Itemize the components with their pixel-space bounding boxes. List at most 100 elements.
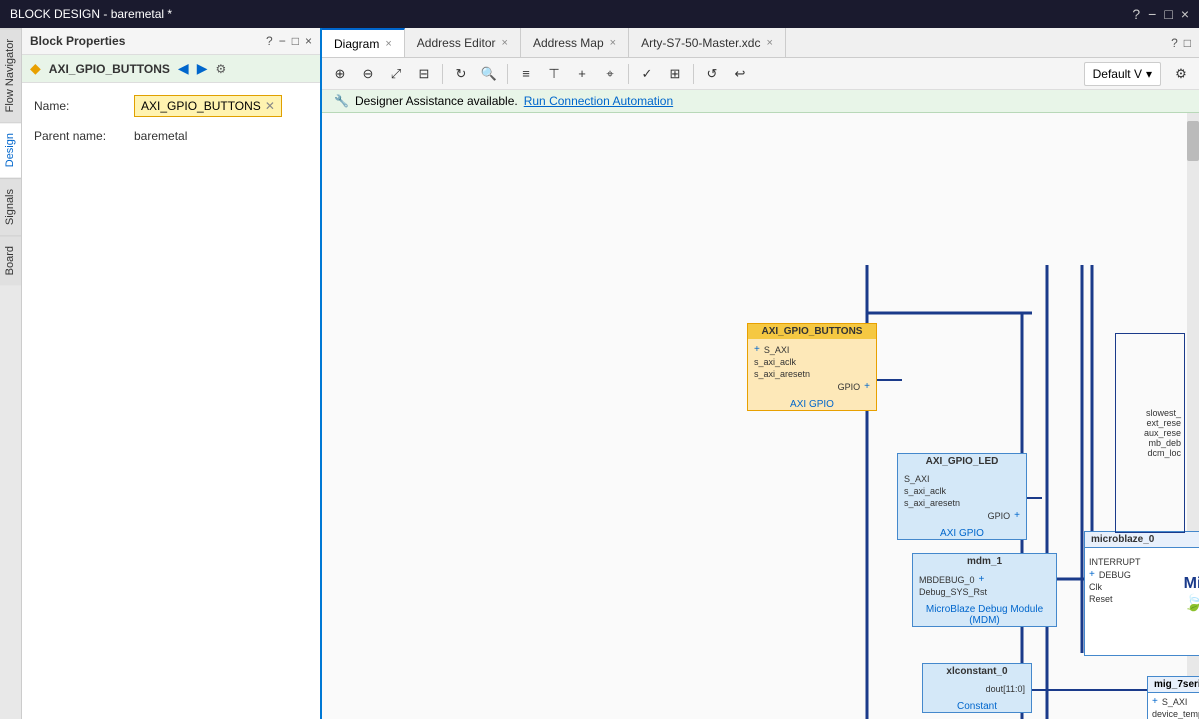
mb-reset-port: Reset xyxy=(1089,593,1180,605)
zoom-fit-btn[interactable]: ⊕ xyxy=(328,62,352,86)
route-btn[interactable]: ⌖ xyxy=(598,62,622,86)
name-value: AXI_GPIO_BUTTONS xyxy=(141,99,261,113)
bp-component-bar: ◆ AXI_GPIO_BUTTONS ◀ ▶ ⚙ xyxy=(22,55,320,83)
title-close-btn[interactable]: × xyxy=(1181,6,1189,22)
validate-btn[interactable]: ✓ xyxy=(635,62,659,86)
xlconstant-dout-port: dout[11:0] xyxy=(929,683,1025,695)
view-dropdown-arrow: ▾ xyxy=(1146,67,1152,81)
axi-gpio-led-header: AXI_GPIO_LED xyxy=(898,454,1026,469)
bp-header: Block Properties ? − □ × xyxy=(22,28,320,55)
connect-btn[interactable]: ⊤ xyxy=(542,62,566,86)
tab-xdc-close[interactable]: × xyxy=(766,37,772,49)
parent-label: Parent name: xyxy=(34,129,134,143)
title-max-btn[interactable]: □ xyxy=(1164,6,1172,22)
title-help-btn[interactable]: ? xyxy=(1132,6,1140,22)
mig-header: mig_7series_0 xyxy=(1148,677,1199,693)
tab-address-editor[interactable]: Address Editor × xyxy=(405,28,521,57)
view-dropdown[interactable]: Default V ▾ xyxy=(1084,62,1161,86)
sidebar-tab-signals[interactable]: Signals xyxy=(0,178,21,235)
tab-diagram-close[interactable]: × xyxy=(385,38,391,50)
component-icon: ◆ xyxy=(30,60,41,77)
tab-address-map[interactable]: Address Map × xyxy=(521,28,629,57)
title-min-btn[interactable]: − xyxy=(1148,6,1156,22)
tab-max-icon[interactable]: □ xyxy=(1184,36,1191,50)
add-ip-btn[interactable]: + xyxy=(570,62,594,86)
axi-gpio-led-gpio-port: GPIO + xyxy=(904,509,1020,522)
axi-gpio-buttons-header: AXI_GPIO_BUTTONS xyxy=(748,324,876,339)
bp-min-btn[interactable]: − xyxy=(279,34,286,48)
run-connection-automation-link[interactable]: Run Connection Automation xyxy=(524,94,673,108)
tab-bar-right: ? □ xyxy=(1171,28,1199,57)
sep3 xyxy=(628,64,629,84)
xlconstant-block[interactable]: xlconstant_0 dout[11:0] Constant xyxy=(922,663,1032,713)
mdm-body: MBDEBUG_0 + Debug_SYS_Rst xyxy=(913,569,1056,602)
revert-btn[interactable]: ↩ xyxy=(728,62,752,86)
sidebar-tab-flow-navigator[interactable]: Flow Navigator xyxy=(0,28,21,122)
bp-close-btn[interactable]: × xyxy=(305,34,312,48)
axi-gpio-buttons-label: AXI GPIO xyxy=(748,399,876,410)
component-settings-btn[interactable]: ⚙ xyxy=(215,62,226,76)
axi-gpio-buttons-s-axi-port: + S_AXI xyxy=(754,343,870,356)
tab-address-editor-label: Address Editor xyxy=(417,36,496,50)
axi-gpio-led-aresetn-port: s_axi_aresetn xyxy=(904,497,1020,509)
parent-field-row: Parent name: baremetal xyxy=(34,129,308,143)
axi-gpio-led-block[interactable]: AXI_GPIO_LED S_AXI s_axi_aclk s_axi_ares… xyxy=(897,453,1027,540)
tab-address-map-close[interactable]: × xyxy=(610,37,616,49)
bp-max-btn[interactable]: □ xyxy=(292,34,299,48)
axi-gpio-buttons-block[interactable]: AXI_GPIO_BUTTONS + S_AXI s_axi_aclk s_ax… xyxy=(747,323,877,411)
view-dropdown-label: Default V xyxy=(1093,67,1142,81)
microblaze-label: MicroBlaze xyxy=(1085,642,1199,653)
toolbar-settings-btn[interactable]: ⚙ xyxy=(1169,62,1193,86)
tab-address-map-label: Address Map xyxy=(533,36,604,50)
microblaze-block[interactable]: microblaze_0 INTERRUPT +DEBUG Clk Reset … xyxy=(1084,531,1199,656)
bp-fields: Name: AXI_GPIO_BUTTONS ✕ Parent name: ba… xyxy=(22,83,320,167)
tab-xdc-label: Arty-S7-50-Master.xdc xyxy=(641,36,760,50)
bp-help-btn[interactable]: ? xyxy=(266,34,273,48)
title-bar: BLOCK DESIGN - baremetal * ? − □ × xyxy=(0,0,1199,28)
microblaze-center-label: MicroBlaze 🍃 xyxy=(1184,552,1199,635)
axi-gpio-buttons-aresetn-port: s_axi_aresetn xyxy=(754,368,870,380)
name-input[interactable]: AXI_GPIO_BUTTONS ✕ xyxy=(134,95,282,117)
sidebar-tab-design[interactable]: Design xyxy=(0,122,21,177)
auto-layout-btn[interactable]: ⊞ xyxy=(663,62,687,86)
app-title: BLOCK DESIGN - baremetal * xyxy=(10,7,172,21)
tab-xdc[interactable]: Arty-S7-50-Master.xdc × xyxy=(629,28,786,57)
mb-debug-port: +DEBUG xyxy=(1089,568,1180,581)
nav-back-btn[interactable]: ◀ xyxy=(178,60,189,77)
tab-help-icon[interactable]: ? xyxy=(1171,36,1178,50)
nav-fwd-btn[interactable]: ▶ xyxy=(197,60,208,77)
axi-gpio-led-body: S_AXI s_axi_aclk s_axi_aresetn GPIO + xyxy=(898,469,1026,526)
mdm-debug-sys-port: Debug_SYS_Rst xyxy=(919,586,1050,598)
mig-body: +S_AXI device_temp_i[11:0] sys_rst clk_r… xyxy=(1148,693,1199,719)
name-clear-btn[interactable]: ✕ xyxy=(265,99,275,113)
diagram-connections xyxy=(322,113,1199,719)
align-btn[interactable]: ≡ xyxy=(514,62,538,86)
mdm-block[interactable]: mdm_1 MBDEBUG_0 + Debug_SYS_Rst MicroBla… xyxy=(912,553,1057,627)
xlconstant-header: xlconstant_0 xyxy=(923,664,1031,679)
mig-block[interactable]: mig_7series_0 +S_AXI device_temp_i[11:0]… xyxy=(1147,676,1199,719)
diagram-canvas[interactable]: AXI_GPIO_BUTTONS + S_AXI s_axi_aclk s_ax… xyxy=(322,113,1199,719)
run-btn[interactable]: ↺ xyxy=(700,62,724,86)
assistance-bar: 🔧 Designer Assistance available. Run Con… xyxy=(322,90,1199,113)
axi-gpio-led-s-axi-port: S_AXI xyxy=(904,473,1020,485)
tab-address-editor-close[interactable]: × xyxy=(502,37,508,49)
diagram-toolbar: ⊕ ⊖ ⤢ ⊟ ↻ 🔍 ≡ ⊤ + ⌖ ✓ ⊞ ↺ ↩ Default V ▾ … xyxy=(322,58,1199,90)
name-label: Name: xyxy=(34,99,134,113)
axi-gpio-buttons-body: + S_AXI s_axi_aclk s_axi_aresetn GPIO + xyxy=(748,339,876,397)
fit-window-btn[interactable]: ⤢ xyxy=(384,62,408,86)
mig-left-ports: +S_AXI device_temp_i[11:0] sys_rst clk_r… xyxy=(1148,693,1199,719)
tab-bar: Diagram × Address Editor × Address Map ×… xyxy=(322,28,1199,58)
tab-diagram[interactable]: Diagram × xyxy=(322,28,405,57)
zoom-area-btn[interactable]: ⊟ xyxy=(412,62,436,86)
mdm-label: MicroBlaze Debug Module (MDM) xyxy=(913,604,1056,626)
axi-gpio-led-label: AXI GPIO xyxy=(898,528,1026,539)
scroll-thumb[interactable] xyxy=(1187,121,1199,161)
zoom-out-btn[interactable]: ⊖ xyxy=(356,62,380,86)
search-btn[interactable]: 🔍 xyxy=(477,62,501,86)
xlconstant-label: Constant xyxy=(923,701,1031,712)
sidebar-tab-board[interactable]: Board xyxy=(0,235,21,285)
main-container: Flow Navigator Design Signals Board Bloc… xyxy=(0,28,1199,719)
microblaze-body: INTERRUPT +DEBUG Clk Reset MicroBlaze 🍃 … xyxy=(1085,552,1199,635)
refresh-btn[interactable]: ↻ xyxy=(449,62,473,86)
assistance-text: Designer Assistance available. xyxy=(355,94,518,108)
